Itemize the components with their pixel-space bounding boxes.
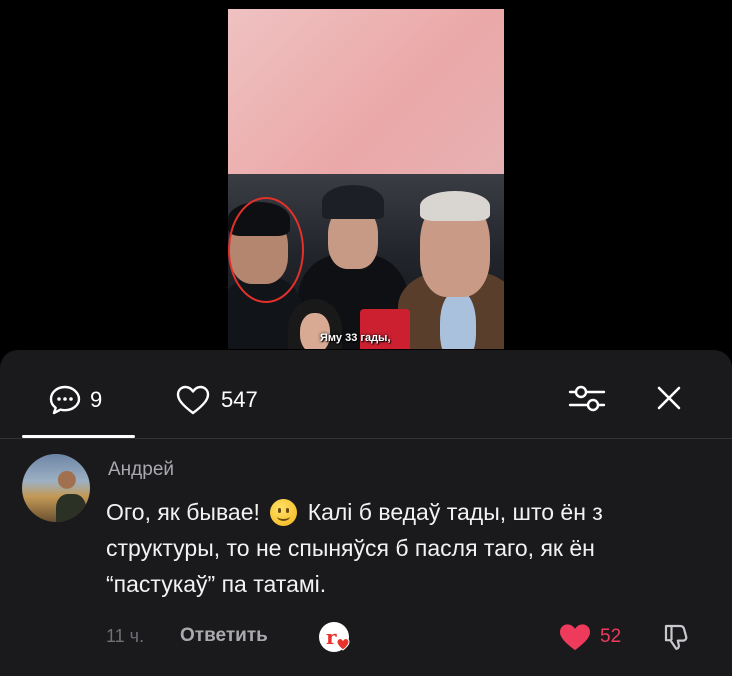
thumbs-down-icon[interactable] <box>662 622 692 652</box>
tab-comments[interactable]: 9 <box>48 384 102 416</box>
reply-button[interactable]: Ответить <box>180 625 268 647</box>
comment-meta: 11 ч. Ответить r 52 <box>106 622 706 652</box>
heart-outline-icon <box>176 385 210 415</box>
like-button[interactable]: 52 <box>558 622 621 652</box>
person <box>420 191 490 221</box>
like-count: 52 <box>600 626 622 647</box>
comment-time: 11 ч. <box>106 626 145 646</box>
comment-author[interactable]: Андрей <box>108 459 174 481</box>
blurred-video-area <box>228 9 504 174</box>
comment-bubble-icon <box>49 385 81 415</box>
comments-tabbar: 9 547 <box>0 350 732 440</box>
divider <box>0 438 732 439</box>
comments-count: 9 <box>90 387 103 412</box>
smile-emoji-icon <box>270 499 298 526</box>
likes-count: 547 <box>221 387 258 412</box>
video-player[interactable]: Яму 33 гады, <box>228 9 504 349</box>
tab-likes[interactable]: 547 <box>175 384 258 416</box>
comments-sheet: 9 547 Андрей Ого, як бывае! Калі б ведаў… <box>0 350 732 676</box>
heart-filled-icon <box>560 624 590 651</box>
close-icon[interactable] <box>652 381 686 415</box>
person <box>322 185 384 219</box>
video-caption: Яму 33 гады, <box>320 332 391 344</box>
creator-badge-icon: r <box>319 622 350 652</box>
highlight-circle <box>228 197 304 303</box>
comment-text-part1: Ого, як бывае! <box>106 499 260 525</box>
avatar[interactable] <box>22 454 90 522</box>
filter-sliders-icon[interactable] <box>567 381 607 415</box>
comment-text: Ого, як бывае! Калі б ведаў тады, што ён… <box>106 494 706 602</box>
person <box>440 291 476 349</box>
